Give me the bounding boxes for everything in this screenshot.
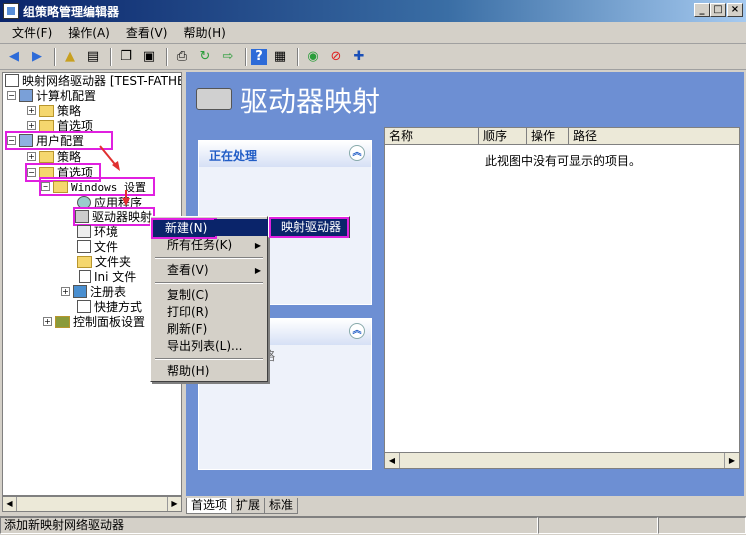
annotation-arrowhead — [122, 198, 130, 206]
processing-title: 正在处理 — [209, 149, 258, 163]
status-bar: 添加新映射网络驱动器 — [0, 516, 746, 535]
menu-item-help[interactable]: 帮助(H) — [153, 363, 265, 380]
column-name[interactable]: 名称 — [385, 128, 479, 144]
view-tabs: 首选项 扩展 标准 — [186, 498, 744, 514]
status-cell — [538, 517, 658, 534]
scroll-right-icon[interactable]: ▶ — [724, 453, 739, 468]
column-order[interactable]: 顺序 — [479, 128, 527, 144]
tab-standard[interactable]: 标准 — [264, 498, 299, 514]
menu-item-view[interactable]: 查看(V) ▶ — [153, 262, 265, 279]
column-action[interactable]: 操作 — [527, 128, 569, 144]
panel-header: 正在处理 ︽ — [199, 141, 371, 167]
menu-label: 新建(N) — [165, 221, 208, 235]
menu-selection-extension — [214, 219, 268, 236]
menu-item-all-tasks[interactable]: 所有任务(K) ▶ — [153, 237, 265, 254]
page-title: 驱动器映射 — [240, 85, 381, 118]
tab-preferences[interactable]: 首选项 — [186, 498, 233, 514]
menu-separator — [155, 282, 263, 284]
menu-label: 查看(V) — [167, 263, 209, 277]
collapse-panel-icon[interactable]: ︽ — [349, 323, 365, 339]
menu-separator — [155, 257, 263, 259]
list-horizontal-scrollbar[interactable]: ◀ ▶ — [384, 452, 740, 469]
list-header: 名称 顺序 操作 路径 — [385, 128, 739, 145]
menu-item-new[interactable]: 新建(N) — [151, 218, 217, 239]
drive-map-icon — [196, 88, 232, 110]
menu-item-mapped-drive[interactable]: 映射驱动器 — [269, 217, 349, 238]
new-submenu: 映射驱动器 — [268, 216, 350, 238]
list-view[interactable]: 名称 顺序 操作 路径 此视图中没有可显示的项目。 — [384, 127, 740, 469]
menu-label: 所有任务(K) — [167, 238, 233, 252]
submenu-arrow-icon: ▶ — [254, 266, 261, 275]
status-cell — [658, 517, 746, 534]
menu-separator — [155, 358, 263, 360]
submenu-arrow-icon: ▶ — [254, 241, 261, 250]
column-path[interactable]: 路径 — [569, 128, 739, 144]
menu-item-print[interactable]: 打印(R) — [153, 304, 265, 321]
empty-message: 此视图中没有可显示的项目。 — [485, 154, 642, 168]
tab-extended[interactable]: 扩展 — [231, 498, 266, 514]
menu-item-refresh[interactable]: 刷新(F) — [153, 321, 265, 338]
collapse-panel-icon[interactable]: ︽ — [349, 145, 365, 161]
status-text: 添加新映射网络驱动器 — [0, 517, 538, 534]
menu-item-copy[interactable]: 复制(C) — [153, 287, 265, 304]
scroll-left-icon[interactable]: ◀ — [385, 453, 400, 468]
menu-item-export[interactable]: 导出列表(L)... — [153, 338, 265, 355]
context-menu: 新建(N) ▶ 所有任务(K) ▶ 查看(V) ▶ 复制(C) 打印(R) 刷新(F… — [150, 216, 268, 382]
